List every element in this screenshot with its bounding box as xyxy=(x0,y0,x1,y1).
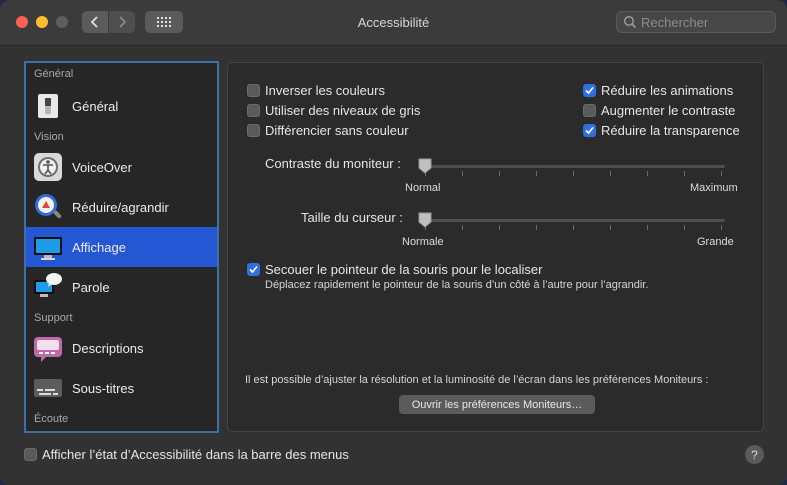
cursor-size-slider[interactable] xyxy=(421,219,725,222)
search-icon xyxy=(623,15,637,29)
contrast-slider-knob[interactable] xyxy=(418,158,432,174)
checkbox-box[interactable] xyxy=(247,104,260,117)
cursor-size-slider-label: Taille du curseur : xyxy=(301,210,403,225)
section-header-vision: Vision xyxy=(34,131,64,143)
cursor-size-min-label: Normale xyxy=(402,236,444,248)
search-field[interactable]: Rechercher xyxy=(616,11,776,33)
section-header-general: Général xyxy=(34,68,74,80)
checkbox-box[interactable] xyxy=(247,124,260,137)
checkbox-label: Utiliser des niveaux de gris xyxy=(265,103,421,118)
sidebar-item-general[interactable]: Général xyxy=(26,86,217,126)
sidebar-item-zoom[interactable]: Réduire/agrandir xyxy=(26,187,217,227)
checkbox-box[interactable] xyxy=(24,448,37,461)
sidebar-item-label: VoiceOver xyxy=(72,159,132,175)
checkbox-label: Afficher l’état d’Accessibilité dans la … xyxy=(42,447,349,462)
contrast-max-label: Maximum xyxy=(690,182,738,194)
switch-icon xyxy=(38,94,58,118)
contrast-slider[interactable] xyxy=(421,165,725,168)
sidebar-item-label: Réduire/agrandir xyxy=(72,199,169,215)
checkbox-box[interactable] xyxy=(583,124,596,137)
captions-icon xyxy=(34,379,62,397)
checkbox-label: Secouer le pointeur de la souris pour le… xyxy=(265,262,543,277)
sidebar-item-label: Affichage xyxy=(72,239,126,255)
cursor-size-max-label: Grande xyxy=(697,236,734,248)
checkmark-icon xyxy=(585,86,594,95)
preferences-window: Accessibilité Rechercher Général Général… xyxy=(0,0,787,485)
search-placeholder: Rechercher xyxy=(641,14,709,30)
sidebar-item-captions[interactable]: Sous-titres xyxy=(26,368,217,408)
checkbox-label: Inverser les couleurs xyxy=(265,83,385,98)
contrast-min-label: Normal xyxy=(405,182,441,194)
sidebar-item-display[interactable]: Affichage xyxy=(26,227,217,267)
increase-contrast-checkbox[interactable]: Augmenter le contraste xyxy=(583,103,735,118)
checkbox-label: Réduire les animations xyxy=(601,83,734,98)
checkbox-label: Différencier sans couleur xyxy=(265,123,409,138)
sidebar-item-label: Descriptions xyxy=(72,340,144,356)
shake-to-locate-description: Déplacez rapidement le pointeur de la so… xyxy=(265,279,649,291)
zoom-icon xyxy=(35,194,62,219)
sidebar[interactable]: Général Général Vision VoiceOver Réduire… xyxy=(24,61,219,433)
voiceover-icon xyxy=(34,153,62,181)
grayscale-checkbox[interactable]: Utiliser des niveaux de gris xyxy=(247,103,420,118)
checkbox-label: Réduire la transparence xyxy=(601,123,740,138)
descriptions-icon xyxy=(34,337,62,362)
differentiate-without-color-checkbox[interactable]: Différencier sans couleur xyxy=(247,123,409,138)
checkbox-label: Augmenter le contraste xyxy=(601,103,736,118)
checkmark-icon xyxy=(585,126,594,135)
contrast-slider-label: Contraste du moniteur : xyxy=(265,156,401,171)
cursor-size-slider-knob[interactable] xyxy=(418,212,432,228)
shake-to-locate-checkbox[interactable]: Secouer le pointeur de la souris pour le… xyxy=(247,262,543,277)
section-header-hearing: Écoute xyxy=(34,413,69,425)
display-icon xyxy=(34,237,62,260)
reduce-motion-checkbox[interactable]: Réduire les animations xyxy=(583,83,733,98)
invert-colors-checkbox[interactable]: Inverser les couleurs xyxy=(247,83,385,98)
sidebar-item-label: Général xyxy=(72,98,119,114)
show-in-menu-bar-checkbox[interactable]: Afficher l’état d’Accessibilité dans la … xyxy=(24,447,349,462)
sidebar-item-voiceover[interactable]: VoiceOver xyxy=(26,147,217,187)
monitors-info-text: Il est possible d’ajuster la résolution … xyxy=(245,374,709,386)
sidebar-item-descriptions[interactable]: Descriptions xyxy=(26,328,217,368)
checkbox-box[interactable] xyxy=(247,263,260,276)
sidebar-item-label: Sous-titres xyxy=(72,380,135,396)
sidebar-item-label: Parole xyxy=(72,279,110,295)
display-settings-panel: Inverser les couleurs Utiliser des nivea… xyxy=(227,62,764,432)
checkbox-box[interactable] xyxy=(583,104,596,117)
help-button[interactable]: ? xyxy=(745,445,764,464)
reduce-transparency-checkbox[interactable]: Réduire la transparence xyxy=(583,123,740,138)
checkmark-icon xyxy=(249,265,258,274)
open-monitors-prefs-button[interactable]: Ouvrir les préférences Moniteurs… xyxy=(399,395,595,414)
speech-icon xyxy=(34,273,62,297)
checkbox-box[interactable] xyxy=(247,84,260,97)
sidebar-item-speech[interactable]: Parole xyxy=(26,267,217,307)
title-bar: Accessibilité Rechercher xyxy=(0,0,787,46)
section-header-support: Support xyxy=(34,312,73,324)
checkbox-box[interactable] xyxy=(583,84,596,97)
